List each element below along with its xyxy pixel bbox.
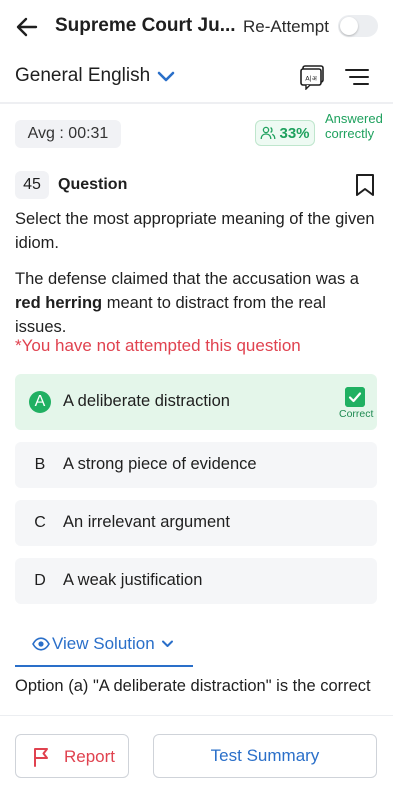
- average-time-badge: Avg : 00:31: [15, 120, 121, 148]
- reattempt-label: Re-Attempt: [243, 17, 329, 36]
- language-icon-text: A|अ: [305, 75, 318, 83]
- people-icon: [261, 126, 276, 140]
- question-prompt: Select the most appropriate meaning of t…: [15, 210, 375, 252]
- flag-icon: [34, 748, 48, 767]
- option-b[interactable]: B A strong piece of evidence: [15, 442, 377, 488]
- report-label: Report: [64, 747, 116, 766]
- view-solution-label: View Solution: [52, 634, 155, 653]
- not-attempted-warning: *You have not attempted this question: [15, 336, 301, 355]
- question-label: Question: [58, 176, 128, 193]
- top-bar: Supreme Court Ju... Re-Attempt: [0, 0, 393, 54]
- option-letter: B: [34, 456, 46, 473]
- test-summary-button[interactable]: Test Summary: [153, 734, 377, 778]
- section-selector-label[interactable]: General English: [15, 65, 150, 87]
- question-sentence: The defense claimed that the accusation …: [15, 267, 378, 339]
- chevron-down-icon[interactable]: [155, 68, 177, 86]
- option-text: A strong piece of evidence: [63, 455, 257, 473]
- percent-correct-value: 33%: [279, 124, 310, 142]
- option-text: A weak justification: [63, 571, 203, 589]
- eye-icon: [32, 637, 50, 651]
- chevron-down-icon: [162, 640, 173, 647]
- sentence-before: The defense claimed that the accusation …: [15, 270, 359, 288]
- toggle-knob: [340, 17, 358, 35]
- section-bar: General English A|अ: [0, 54, 393, 100]
- tab-underline: [15, 665, 193, 667]
- answered-correctly-label: Answered correctly: [325, 111, 383, 141]
- option-letter: D: [34, 572, 46, 589]
- header-divider: [0, 102, 393, 104]
- page-title: Supreme Court Ju...: [55, 15, 236, 36]
- question-number: 45: [15, 171, 49, 199]
- solution-text: Option (a) "A deliberate distraction" is…: [15, 677, 371, 695]
- option-letter: A: [29, 391, 51, 413]
- back-arrow-icon[interactable]: [14, 14, 40, 40]
- view-solution-tab[interactable]: View Solution: [15, 629, 193, 667]
- correct-label: Correct: [339, 408, 374, 420]
- check-icon: [345, 387, 365, 407]
- bookmark-icon[interactable]: [354, 173, 376, 197]
- filter-menu-icon[interactable]: [344, 66, 370, 88]
- option-text: An irrelevant argument: [63, 513, 230, 531]
- sentence-idiom: red herring: [15, 294, 103, 312]
- language-toggle-icon[interactable]: A|अ: [299, 62, 327, 90]
- percent-correct-badge: 33%: [255, 120, 315, 146]
- option-text: A deliberate distraction: [63, 392, 230, 410]
- option-letter: C: [34, 514, 46, 531]
- option-d[interactable]: D A weak justification: [15, 558, 377, 604]
- reattempt-toggle[interactable]: [338, 15, 378, 37]
- option-c[interactable]: C An irrelevant argument: [15, 500, 377, 546]
- report-button[interactable]: Report: [15, 734, 129, 778]
- bottom-action-bar: Report Test Summary: [0, 715, 393, 787]
- option-a[interactable]: A A deliberate distraction Correct: [15, 374, 377, 430]
